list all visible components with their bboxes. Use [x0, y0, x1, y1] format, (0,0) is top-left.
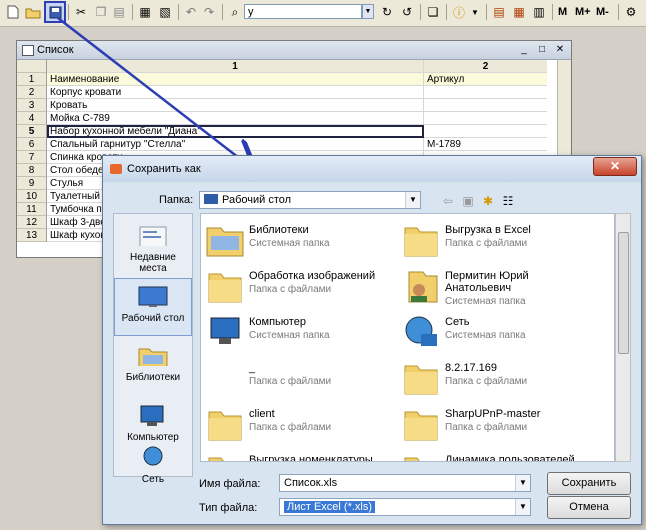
file-item[interactable]: 8.2.17.169 Папка с файлами — [399, 356, 599, 400]
file-item[interactable]: client Папка с файлами — [203, 402, 403, 446]
file-name: Сеть — [445, 316, 470, 328]
network-icon — [143, 446, 163, 466]
folder-select-value: Рабочий стол — [222, 194, 292, 206]
folder-icon — [205, 266, 245, 306]
file-name: Обработка изображений — [249, 270, 376, 282]
desktop-icon — [204, 194, 218, 204]
close-icon[interactable]: ✕ — [593, 157, 637, 176]
file-item[interactable]: Компьютер Системная папка — [203, 310, 403, 354]
chevron-down-icon: ▼ — [405, 192, 420, 208]
computer-icon — [140, 405, 164, 427]
desktop-icon — [138, 286, 168, 309]
file-name: SharpUPnP-master — [445, 408, 541, 420]
folder-icon — [205, 450, 245, 461]
folder-select[interactable]: Рабочий стол ▼ — [199, 191, 421, 209]
file-type: Системная папка — [445, 296, 526, 307]
file-item[interactable]: _ Папка с файлами — [203, 356, 403, 400]
place-recent[interactable]: Недавние места — [114, 218, 192, 276]
file-type: Папка с файлами — [445, 422, 528, 433]
file-item[interactable]: SharpUPnP-master Папка с файлами — [399, 402, 599, 446]
filetype-label: Тип файла: — [199, 502, 258, 514]
folder-icon — [205, 404, 245, 444]
save-button[interactable]: Сохранить — [547, 472, 631, 495]
file-item[interactable]: Обработка изображений Папка с файлами — [203, 264, 403, 308]
file-name: Компьютер — [249, 316, 306, 328]
file-type: Системная папка — [249, 238, 330, 249]
new-folder-icon[interactable]: ✱ — [479, 192, 497, 210]
filename-input[interactable]: Список.xls ▼ — [279, 474, 531, 492]
filename-label: Имя файла: — [199, 478, 261, 490]
place-network[interactable]: Сеть — [114, 446, 192, 485]
file-item[interactable]: Выгрузка в Excel Папка с файлами — [399, 218, 599, 262]
recent-places-icon — [139, 226, 167, 248]
up-folder-icon[interactable]: ▣ — [459, 192, 477, 210]
dialog-titlebar: Сохранить как ✕ — [103, 156, 641, 182]
file-item[interactable]: Сеть Системная папка — [399, 310, 599, 354]
file-type: Папка с файлами — [249, 376, 332, 387]
save-as-dialog: Сохранить как ✕ Папка: Рабочий стол ▼ ⇦ … — [102, 155, 642, 525]
file-list: Библиотеки Системная папка Выгрузка в Exce… — [200, 213, 615, 462]
file-type: Папка с файлами — [445, 376, 528, 387]
app-icon — [110, 164, 122, 174]
cancel-button[interactable]: Отмена — [547, 496, 631, 519]
file-item[interactable]: Пермитин Юрий Анатольевич Системная папка — [399, 264, 599, 308]
file-type: Папка с файлами — [249, 422, 332, 433]
file-item[interactable]: Библиотеки Системная папка — [203, 218, 403, 262]
file-type: Системная папка — [249, 330, 330, 341]
file-item[interactable]: Выгрузка номенклатуры — [203, 448, 403, 462]
filetype-select[interactable]: Лист Excel (*.xls) ▼ — [279, 498, 531, 516]
chevron-down-icon: ▼ — [515, 475, 530, 491]
network-icon — [401, 312, 441, 352]
file-name: client — [249, 408, 275, 420]
computer-icon — [205, 312, 245, 352]
file-item[interactable]: Динамика пользователей — [399, 448, 599, 462]
file-type: Папка с файлами — [249, 284, 332, 295]
file-name: Выгрузка номенклатуры — [249, 454, 373, 462]
folder-icon — [401, 404, 441, 444]
folder-label: Папка: — [159, 194, 194, 206]
places-bar: Недавние места Рабочий стол Библиотеки К… — [113, 213, 193, 485]
file-name: Пермитин Юрий — [445, 270, 529, 282]
folder-icon — [401, 450, 441, 461]
folder-icon — [401, 220, 441, 260]
file-name: _ — [249, 362, 256, 374]
file-type: Системная папка — [445, 330, 526, 341]
view-menu-icon[interactable]: ☷ — [499, 192, 517, 210]
folder-icon — [401, 358, 441, 398]
back-icon[interactable]: ⇦ — [439, 192, 457, 210]
libraries-icon — [138, 348, 168, 369]
file-name: Динамика пользователей — [445, 454, 575, 462]
dialog-title: Сохранить как — [127, 163, 201, 175]
place-desktop[interactable]: Рабочий стол — [114, 278, 192, 336]
place-libraries[interactable]: Библиотеки — [114, 338, 192, 396]
file-name: 8.2.17.169 — [445, 362, 497, 374]
file-name: Выгрузка в Excel — [445, 224, 531, 236]
chevron-down-icon: ▼ — [515, 499, 530, 515]
libraries-icon — [205, 220, 245, 260]
user-folder-icon — [401, 266, 441, 306]
file-list-scrollbar[interactable] — [615, 213, 631, 462]
file-name: Библиотеки — [249, 224, 309, 236]
file-name-line2: Анатольевич — [445, 282, 512, 294]
file-type: Папка с файлами — [445, 238, 528, 249]
blank-icon — [205, 358, 245, 398]
